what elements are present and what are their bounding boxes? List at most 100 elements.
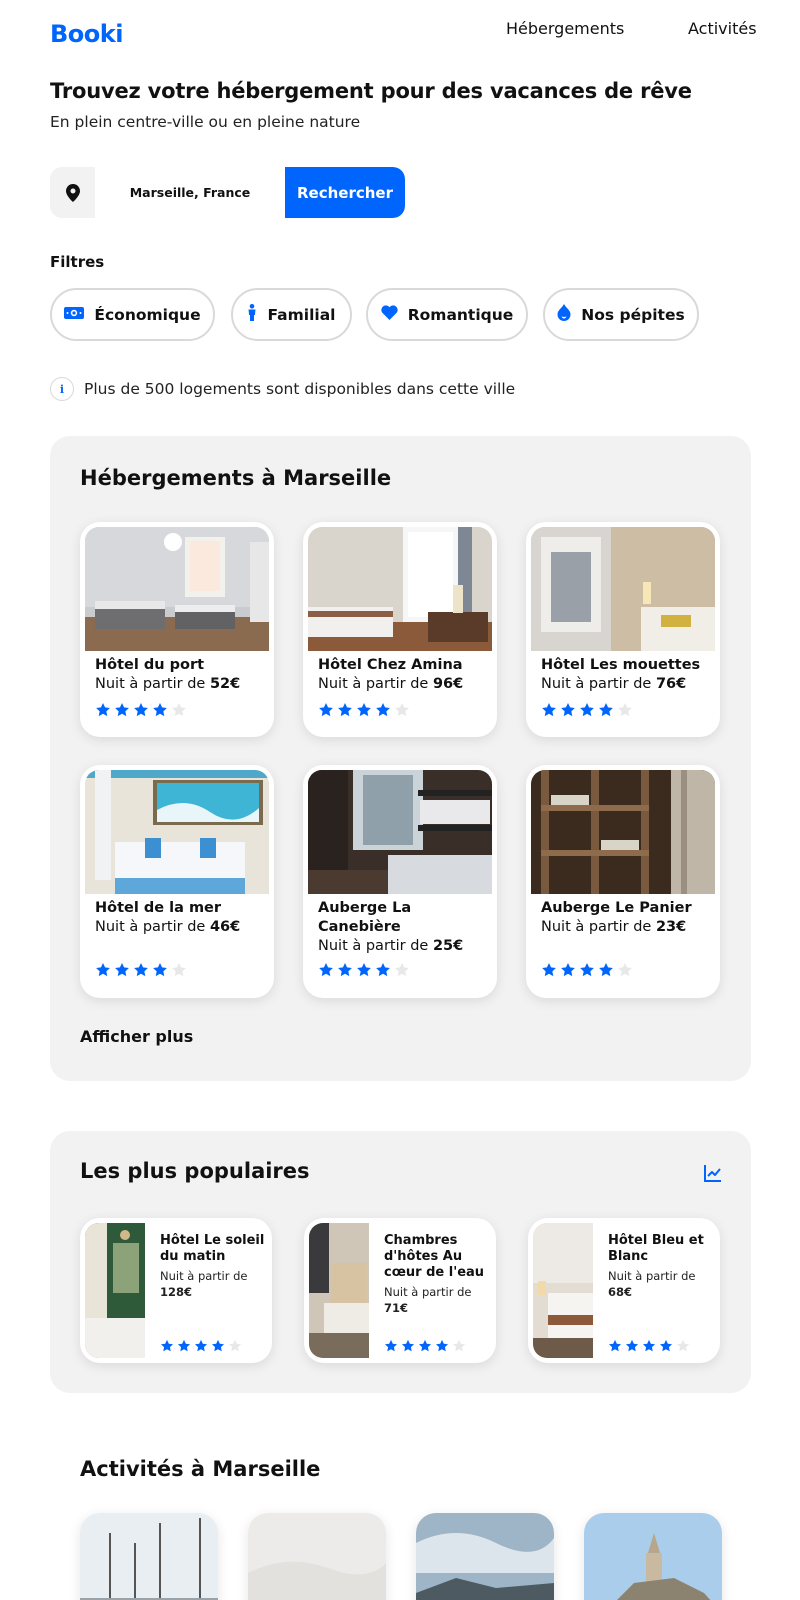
filter-economique[interactable]: Économique	[50, 288, 215, 341]
star-filled-icon	[160, 1339, 174, 1352]
star-filled-icon	[642, 1339, 656, 1352]
filter-label: Économique	[94, 305, 201, 324]
hotel-price: Nuit à partir de 96€	[318, 676, 464, 692]
activity-photo	[416, 1513, 554, 1600]
star-empty-icon	[395, 963, 409, 977]
person-icon	[247, 304, 257, 325]
star-filled-icon	[542, 963, 556, 977]
star-empty-icon	[172, 703, 186, 717]
activities-title: Activités à Marseille	[80, 1457, 321, 1481]
rating-stars	[541, 962, 633, 978]
star-filled-icon	[96, 703, 110, 717]
hotel-photo	[309, 1223, 369, 1358]
star-filled-icon	[338, 963, 352, 977]
popular-card[interactable]: Hôtel Bleu et Blanc Nuit à partir de 68€	[528, 1218, 720, 1363]
activity-card[interactable]	[416, 1513, 554, 1600]
star-empty-icon	[676, 1339, 690, 1352]
hotel-name: Auberge Le Panier	[541, 900, 692, 916]
hotel-name: Chambres d'hôtes Au cœur de l'eau	[384, 1233, 485, 1280]
filter-romantique[interactable]: Romantique	[366, 288, 528, 341]
booki-logo[interactable]: Booki	[50, 20, 123, 48]
hotel-name: Hôtel du port	[95, 657, 205, 673]
populaires-section: Les plus populaires Hôtel Le soleil du m…	[50, 1131, 751, 1393]
star-empty-icon	[228, 1339, 242, 1352]
filter-label: Familial	[267, 305, 336, 324]
activity-photo	[584, 1513, 722, 1600]
section-title: Hébergements à Marseille	[80, 466, 392, 490]
activity-photo	[80, 1513, 218, 1600]
activity-photo	[248, 1513, 386, 1600]
hotel-card[interactable]: Auberge La Canebière Nuit à partir de 25…	[303, 765, 497, 998]
hotel-photo	[533, 1223, 593, 1358]
popular-card[interactable]: Hôtel Le soleil du matin Nuit à partir d…	[80, 1218, 272, 1363]
activity-card[interactable]	[248, 1513, 386, 1600]
hotel-photo	[85, 527, 269, 651]
hotel-name: Hôtel Chez Amina	[318, 657, 463, 673]
money-icon	[64, 306, 85, 324]
filter-familial[interactable]: Familial	[231, 288, 352, 341]
star-empty-icon	[395, 703, 409, 717]
star-filled-icon	[384, 1339, 398, 1352]
search-button[interactable]: Rechercher	[285, 167, 405, 218]
hotel-price: Nuit à partir de 128€	[160, 1269, 248, 1299]
filter-nos-pepites[interactable]: Nos pépites	[543, 288, 699, 341]
hotel-photo	[531, 527, 715, 651]
page-subtitle: En plein centre-ville ou en pleine natur…	[50, 113, 361, 131]
hebergements-section: Hébergements à Marseille Hôtel du port N…	[50, 436, 751, 1081]
popular-card[interactable]: Chambres d'hôtes Au cœur de l'eau Nuit à…	[304, 1218, 496, 1363]
star-filled-icon	[357, 963, 371, 977]
star-filled-icon	[580, 703, 594, 717]
star-filled-icon	[599, 703, 613, 717]
filter-label: Nos pépites	[581, 305, 685, 324]
fire-icon	[557, 304, 571, 325]
hotel-photo	[308, 527, 492, 651]
star-filled-icon	[134, 703, 148, 717]
site-header: Booki Hébergements Activités	[0, 0, 800, 72]
rating-stars	[95, 702, 187, 718]
hotel-card[interactable]: Hôtel Les mouettes Nuit à partir de 76€	[526, 522, 720, 737]
hotel-name: Hôtel de la mer	[95, 900, 222, 916]
star-filled-icon	[319, 963, 333, 977]
star-filled-icon	[542, 703, 556, 717]
hotel-card[interactable]: Hôtel de la mer Nuit à partir de 46€	[80, 765, 274, 998]
activity-card[interactable]	[80, 1513, 218, 1600]
star-filled-icon	[177, 1339, 191, 1352]
rating-stars	[95, 962, 187, 978]
show-more-link[interactable]: Afficher plus	[80, 1027, 193, 1046]
hotel-card[interactable]: Hôtel Chez Amina Nuit à partir de 96€	[303, 522, 497, 737]
hotel-price: Nuit à partir de 25€	[318, 938, 464, 954]
hotel-photo	[531, 770, 715, 894]
activity-card[interactable]	[584, 1513, 722, 1600]
star-empty-icon	[172, 963, 186, 977]
rating-stars	[318, 962, 410, 978]
filters-label: Filtres	[50, 253, 105, 271]
star-filled-icon	[608, 1339, 622, 1352]
hotel-price: Nuit à partir de 76€	[541, 676, 687, 692]
hotel-card[interactable]: Hôtel du port Nuit à partir de 52€	[80, 522, 274, 737]
star-filled-icon	[115, 963, 129, 977]
star-filled-icon	[153, 963, 167, 977]
star-filled-icon	[115, 703, 129, 717]
star-filled-icon	[435, 1339, 449, 1352]
search-input[interactable]	[95, 167, 285, 218]
hotel-photo	[308, 770, 492, 894]
rating-stars	[541, 702, 633, 718]
hotel-price: Nuit à partir de 71€	[384, 1285, 472, 1315]
hotel-price: Nuit à partir de 52€	[95, 676, 241, 692]
hotel-name: Hôtel Bleu et Blanc	[608, 1233, 704, 1264]
star-filled-icon	[599, 963, 613, 977]
hotel-name: Hôtel Les mouettes	[541, 657, 701, 673]
rating-stars	[608, 1339, 690, 1353]
hotel-price: Nuit à partir de 46€	[95, 919, 241, 935]
hotel-card[interactable]: Auberge Le Panier Nuit à partir de 23€	[526, 765, 720, 998]
star-filled-icon	[625, 1339, 639, 1352]
nav-link-hebergements[interactable]: Hébergements	[506, 19, 624, 38]
filter-label: Romantique	[407, 305, 514, 324]
nav-link-activites[interactable]: Activités	[688, 19, 757, 38]
star-filled-icon	[580, 963, 594, 977]
hotel-price: Nuit à partir de 68€	[608, 1269, 696, 1299]
star-filled-icon	[418, 1339, 432, 1352]
hotel-photo	[85, 770, 269, 894]
info-banner: i Plus de 500 logements sont disponibles…	[50, 377, 515, 401]
hotel-photo	[85, 1223, 145, 1358]
